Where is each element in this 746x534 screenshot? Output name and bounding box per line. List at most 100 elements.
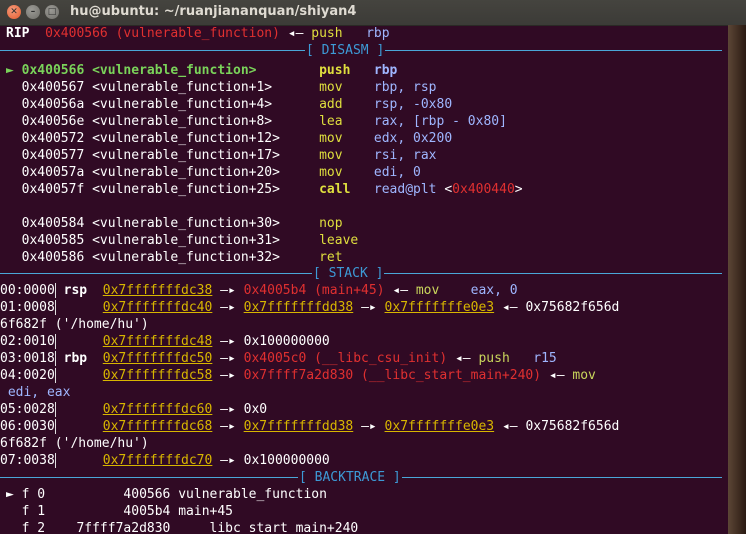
stack-value: 0x7fffffffdd38 <box>243 419 354 434</box>
disasm-row: 0x40056a <vulnerable_function+4> add rsp… <box>6 96 453 113</box>
disasm-mnemonic: nop <box>319 216 343 231</box>
rip-address: 0x400566 (vulnerable_function) <box>45 26 280 41</box>
disasm-mnemonic: mov <box>319 80 343 95</box>
disasm-symbol: <vulnerable_function+17> <box>92 148 280 163</box>
rip-arrow: ◂— <box>287 26 304 41</box>
stack-row: 03:0018 rbp 0x7fffffffdc50 —▸ 0x4005c0 (… <box>0 350 557 367</box>
minimize-button[interactable]: – <box>26 5 40 19</box>
disasm-address: 0x40056a <box>21 97 85 112</box>
frame-address: 400566 <box>123 487 171 502</box>
terminal-output[interactable]: RIP 0x400566 (vulnerable_function) ◂— pu… <box>0 25 728 534</box>
stack-operands: edi, eax <box>7 385 71 400</box>
stack-address: 0x7fffffffdc50 <box>102 351 213 366</box>
stack-arrow: ◂— <box>501 300 518 315</box>
disasm-row: 0x400567 <vulnerable_function+1> mov rbp… <box>6 79 437 96</box>
frame-address: 7ffff7a2d830 <box>76 521 171 534</box>
stack-row: 01:0008 0x7fffffffdc40 —▸ 0x7fffffffdd38… <box>0 299 619 316</box>
maximize-button[interactable]: □ <box>45 5 59 19</box>
close-button[interactable]: ✕ <box>7 5 21 19</box>
current-instruction-marker: ► <box>6 63 14 78</box>
disasm-row: 0x40057f <vulnerable_function+25> call r… <box>21 182 523 197</box>
disasm-address: 0x400585 <box>21 233 85 248</box>
rip-label: RIP <box>6 26 30 41</box>
stack-address: 0x7fffffffdc48 <box>102 334 213 349</box>
stack-operands: eax, 0 <box>470 283 518 298</box>
stack-arrow: —▸ <box>361 300 377 315</box>
stack-value: 0x7fffffffe0e3 <box>384 300 495 315</box>
current-frame-marker: ► <box>6 487 14 502</box>
disasm-operands: edi, 0 <box>373 165 421 180</box>
stack-row: 05:0028 0x7fffffffdc60 —▸ 0x0 <box>0 401 267 418</box>
frame-number: f 2 <box>21 521 46 534</box>
stack-value: 0x0 <box>243 402 268 417</box>
disasm-symbol: <vulnerable_function+1> <box>92 80 273 95</box>
stack-value: 0x100000000 <box>243 334 330 349</box>
stack-row: 06:0030 0x7fffffffdc68 —▸ 0x7fffffffdd38… <box>0 418 619 435</box>
disasm-mnemonic: mov <box>319 131 343 146</box>
stack-offset: 02:0010 <box>0 334 56 349</box>
minimize-icon: – <box>30 7 36 17</box>
stack-arrow: ◂— <box>454 351 471 366</box>
disasm-operands: edx, 0x200 <box>373 131 453 146</box>
stack-mnemonic: mov <box>415 283 440 298</box>
desktop-background-edge <box>728 25 746 534</box>
disasm-symbol: <vulnerable_function+8> <box>92 114 273 129</box>
stack-register: rsp <box>63 283 88 298</box>
stack-arrow: ◂— <box>548 368 565 383</box>
backtrace-header: [ BACKTRACE ] <box>298 469 402 486</box>
backtrace-row: f 2 7ffff7a2d830 __libc_start_main+240 <box>6 520 359 534</box>
disasm-operands: rbp <box>373 63 398 78</box>
stack-arrow: —▸ <box>220 419 236 434</box>
disasm-symbol: <vulnerable_function+4> <box>92 97 273 112</box>
disasm-symbol: <vulnerable_function+32> <box>92 250 280 265</box>
disasm-row: 0x400585 <vulnerable_function+31> leave <box>6 232 359 249</box>
window-title: hu@ubuntu: ~/ruanjiananquan/shiyan4 <box>70 4 357 19</box>
stack-mnemonic: mov <box>572 368 596 383</box>
call-target: 0x400440 <box>452 182 515 197</box>
stack-header: [ STACK ] <box>312 265 385 282</box>
disasm-operands: rsp, -0x80 <box>373 97 453 112</box>
disasm-symbol: <vulnerable_function> <box>92 63 257 78</box>
disasm-address: 0x400566 <box>21 63 85 78</box>
stack-row: 00:0000 rsp 0x7fffffffdc38 —▸ 0x4005b4 (… <box>0 282 518 299</box>
stack-value: 0x4005c0 (__libc_csu_init) <box>243 351 448 366</box>
stack-address: 0x7fffffffdc68 <box>102 419 213 434</box>
stack-address: 0x7fffffffdc58 <box>102 368 213 383</box>
backtrace-row: f 1 4005b4 main+45 <box>6 503 233 520</box>
stack-address: 0x7fffffffdc60 <box>102 402 213 417</box>
disasm-mnemonic: leave <box>319 233 359 248</box>
disasm-symbol: <vulnerable_function+20> <box>92 165 280 180</box>
disasm-address: 0x40057f <box>21 182 85 197</box>
stack-value: 0x7fffffffe0e3 <box>384 419 495 434</box>
close-icon: ✕ <box>10 7 18 17</box>
disasm-address: 0x400584 <box>21 216 85 231</box>
stack-row-wrap: 6f682f ('/home/hu') <box>0 317 149 332</box>
stack-offset: 01:0008 <box>0 300 56 315</box>
stack-arrow: —▸ <box>220 334 236 349</box>
title-bar: ✕ – □ hu@ubuntu: ~/ruanjiananquan/shiyan… <box>0 0 746 26</box>
disasm-mnemonic: add <box>319 97 343 112</box>
stack-offset: 03:0018 <box>0 351 56 366</box>
disasm-symbol: <vulnerable_function+31> <box>92 233 280 248</box>
disasm-row: 0x40056e <vulnerable_function+8> lea rax… <box>6 113 507 130</box>
disasm-row: 0x40057a <vulnerable_function+20> mov ed… <box>6 164 421 181</box>
disasm-symbol: <vulnerable_function+30> <box>92 216 280 231</box>
stack-row: 07:0038 0x7fffffffdc70 —▸ 0x100000000 <box>0 452 330 469</box>
stack-arrow: —▸ <box>220 368 236 383</box>
stack-address: 0x7fffffffdc38 <box>102 283 213 298</box>
disasm-address: 0x400577 <box>21 148 85 163</box>
disasm-address: 0x400567 <box>21 80 85 95</box>
disasm-mnemonic: push <box>319 63 351 78</box>
stack-row: 02:0010 0x7fffffffdc48 —▸ 0x100000000 <box>0 333 330 350</box>
rip-line: RIP 0x400566 (vulnerable_function) ◂— pu… <box>6 25 390 42</box>
disasm-header: [ DISASM ] <box>305 42 386 59</box>
stack-address: 0x7fffffffdc70 <box>102 453 213 468</box>
stack-offset: 07:0038 <box>0 453 56 468</box>
stack-arrow: —▸ <box>220 283 236 298</box>
disasm-operands: rax, [rbp - 0x80] <box>373 114 507 129</box>
disasm-operands: read@plt <box>373 182 437 197</box>
stack-arrow: ◂— <box>392 283 409 298</box>
backtrace-row: ► f 0 400566 vulnerable_function <box>6 486 327 503</box>
stack-register: rbp <box>63 351 88 366</box>
disasm-row: 0x400584 <vulnerable_function+30> nop <box>6 215 343 232</box>
